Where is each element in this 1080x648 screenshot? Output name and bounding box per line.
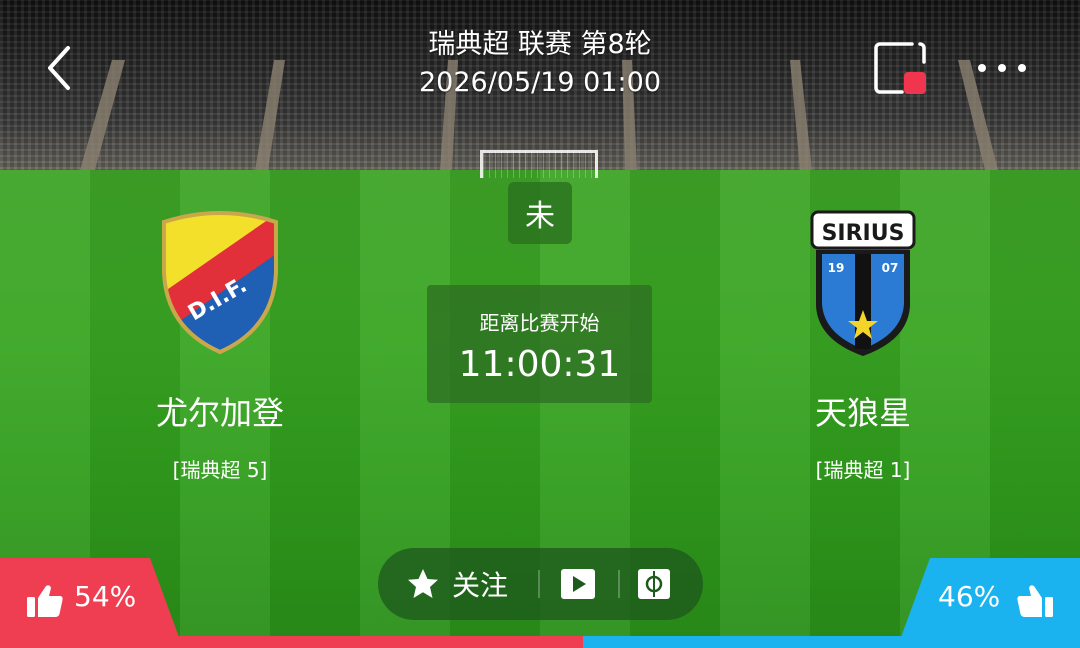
away-team-name[interactable]: 天狼星 bbox=[733, 388, 993, 434]
back-icon bbox=[48, 46, 70, 90]
record-button[interactable] bbox=[872, 40, 928, 96]
record-icon bbox=[874, 42, 926, 94]
live-pitch-button[interactable] bbox=[636, 566, 672, 602]
countdown-time: 11:00:31 bbox=[458, 344, 621, 385]
goal-net bbox=[480, 150, 598, 178]
home-vote-bar bbox=[0, 636, 583, 648]
thumbs-up-icon bbox=[27, 585, 63, 617]
home-team-name[interactable]: 尤尔加登 bbox=[90, 388, 350, 434]
play-icon bbox=[561, 569, 595, 599]
away-team-crest[interactable]: SIRIUS 19 07 bbox=[808, 210, 918, 358]
home-team-league-rank: [瑞典超 5] bbox=[172, 458, 268, 482]
league-round: 瑞典超 联赛 第8轮 bbox=[428, 29, 652, 60]
home-vote-button[interactable]: 54% bbox=[0, 558, 180, 640]
divider bbox=[618, 570, 620, 598]
countdown-panel: 距离比赛开始 11:00:31 bbox=[427, 285, 652, 403]
away-vote-bar bbox=[583, 636, 1080, 648]
divider bbox=[538, 570, 540, 598]
pitch-icon bbox=[638, 569, 670, 599]
away-vote-percent: 46% bbox=[938, 580, 1001, 613]
match-status: 未 bbox=[525, 199, 555, 234]
star-icon bbox=[408, 569, 438, 598]
action-bar: 关注 bbox=[378, 548, 703, 620]
match-datetime: 2026/05/19 01:00 bbox=[418, 67, 661, 98]
thumbs-up-icon bbox=[1017, 585, 1053, 617]
follow-label: 关注 bbox=[452, 569, 509, 602]
match-status-badge: 未 bbox=[508, 182, 572, 244]
away-crest-year-left: 19 bbox=[828, 261, 845, 275]
match-title: 瑞典超 联赛 第8轮 2026/05/19 01:00 bbox=[290, 26, 790, 102]
away-crest-text: SIRIUS bbox=[822, 221, 905, 246]
away-vote-button[interactable]: 46% bbox=[900, 558, 1080, 640]
countdown-label: 距离比赛开始 bbox=[479, 311, 600, 335]
back-button[interactable] bbox=[40, 42, 80, 94]
follow-button[interactable]: 关注 bbox=[406, 548, 508, 620]
more-button[interactable] bbox=[974, 54, 1030, 82]
home-vote-percent: 54% bbox=[74, 580, 137, 613]
home-team-crest[interactable]: D.I.F. bbox=[158, 210, 282, 358]
away-team-league-rank: [瑞典超 1] bbox=[815, 458, 911, 482]
away-crest-year-right: 07 bbox=[882, 261, 899, 275]
more-icon bbox=[978, 64, 1026, 72]
video-button[interactable] bbox=[560, 566, 596, 602]
